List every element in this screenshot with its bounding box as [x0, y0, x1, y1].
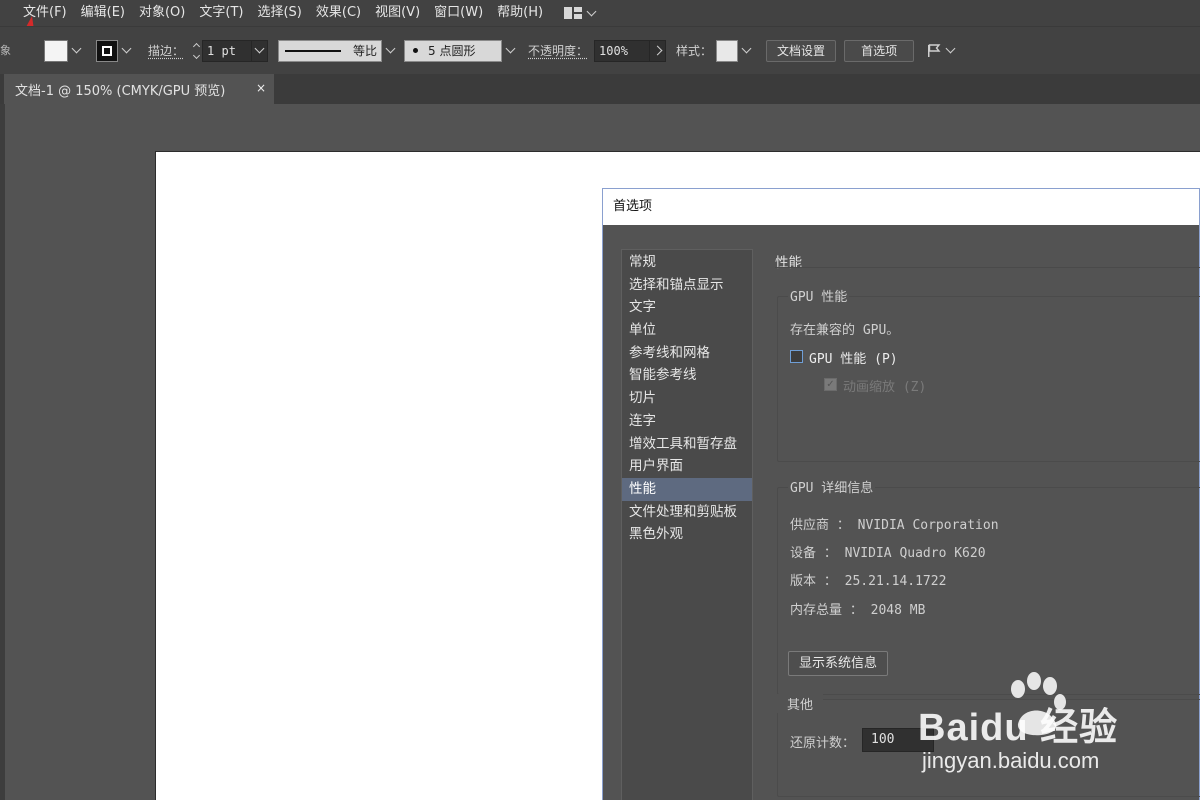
- tools-panel-edge: [0, 104, 5, 800]
- nav-item-selection-anchor[interactable]: 选择和锚点显示: [622, 274, 752, 297]
- stroke-weight-dropdown[interactable]: [252, 39, 269, 62]
- style-label: 样式：: [676, 44, 713, 58]
- group-title: GPU 性能: [788, 286, 850, 305]
- chevron-down-icon: [71, 43, 81, 54]
- menu-window[interactable]: 窗口(W): [427, 0, 490, 26]
- nav-item-file-clipboard[interactable]: 文件处理和剪贴板: [622, 501, 752, 524]
- chevron-down-icon: [121, 43, 131, 54]
- opacity-arrow[interactable]: [650, 39, 667, 62]
- graphic-style-swatch[interactable]: [716, 39, 739, 62]
- document-setup-button[interactable]: 文档设置: [766, 39, 837, 62]
- group-title: 其他: [777, 694, 824, 713]
- watermark: Baidu 经验 jingyan.baidu.com: [918, 664, 1138, 784]
- brush-label: 5 点圆形: [428, 44, 476, 58]
- gpu-performance-label[interactable]: GPU 性能 (P): [809, 348, 898, 367]
- gpu-memory: 内存总量 ： 2048 MB: [790, 603, 926, 618]
- preferences-button[interactable]: 首选项: [844, 39, 915, 62]
- nav-item-user-interface[interactable]: 用户界面: [622, 455, 752, 478]
- chevron-down-icon: [385, 43, 395, 54]
- document-tab-bar: 文档-1 @ 150% (CMYK/GPU 预览) ×: [0, 74, 1200, 104]
- stroke-swatch[interactable]: [96, 39, 118, 62]
- opacity-input[interactable]: 100%: [594, 39, 651, 62]
- control-bar-clipped-label: 象: [0, 43, 11, 57]
- gpu-device: 设备 ： NVIDIA Quadro K620: [790, 546, 986, 561]
- chevron-right-icon: [652, 45, 663, 56]
- close-icon[interactable]: ×: [256, 81, 266, 95]
- line-preview-icon: [285, 49, 342, 52]
- nav-item-general[interactable]: 常规: [622, 251, 752, 274]
- stroke-stepper[interactable]: [190, 40, 202, 62]
- flag-icon: [928, 43, 941, 57]
- variable-width-profile[interactable]: 等比: [278, 39, 383, 62]
- gpu-performance-checkbox[interactable]: [790, 350, 803, 363]
- menu-edit[interactable]: 编辑(E): [74, 0, 132, 26]
- nav-item-plugins-scratch[interactable]: 增效工具和暂存盘: [622, 433, 752, 456]
- nav-item-type[interactable]: 文字: [622, 296, 752, 319]
- nav-item-slices[interactable]: 切片: [622, 387, 752, 410]
- dialog-title: 首选项: [603, 189, 1199, 225]
- brush-definition[interactable]: 5 点圆形: [404, 39, 503, 62]
- chevron-down-icon: [192, 51, 200, 59]
- stroke-square-icon: [102, 45, 112, 56]
- chevron-down-icon: [586, 6, 597, 16]
- nav-item-guides-grid[interactable]: 参考线和网格: [622, 342, 752, 365]
- menu-type[interactable]: 文字(T): [192, 0, 250, 26]
- profile-label: 等比: [353, 44, 378, 58]
- profile-dropdown[interactable]: [382, 39, 399, 62]
- chevron-down-icon: [741, 43, 751, 54]
- opacity-label[interactable]: 不透明度：: [528, 42, 588, 59]
- gpu-performance-group: GPU 性能 存在兼容的 GPU。 GPU 性能 (P) ✓ 动画缩放 (Z): [777, 286, 1200, 462]
- preferences-nav: 常规 选择和锚点显示 文字 单位 参考线和网格 智能参考线 切片 连字 增效工具…: [621, 249, 753, 800]
- nav-item-performance[interactable]: 性能: [622, 477, 752, 501]
- section-divider: [775, 267, 1200, 268]
- stroke-label[interactable]: 描边：: [148, 42, 184, 59]
- nav-item-hyphenation[interactable]: 连字: [622, 410, 752, 433]
- gpu-version: 版本 ： 25.21.14.1722: [790, 574, 947, 589]
- group-title: GPU 详细信息: [788, 477, 876, 496]
- stroke-weight-input[interactable]: 1 pt: [202, 39, 253, 62]
- show-system-info-button[interactable]: 显示系统信息: [788, 651, 889, 676]
- brush-dropdown[interactable]: [502, 40, 518, 62]
- gpu-status-text: 存在兼容的 GPU。: [790, 323, 900, 338]
- dot-brush-icon: [413, 48, 419, 53]
- chevron-down-icon: [505, 43, 515, 54]
- menu-view[interactable]: 视图(V): [368, 0, 427, 26]
- nav-item-units[interactable]: 单位: [622, 319, 752, 342]
- chevron-down-icon: [945, 43, 956, 54]
- nav-item-smart-guides[interactable]: 智能参考线: [622, 364, 752, 387]
- fill-dropdown[interactable]: [68, 40, 84, 62]
- watermark-brand: Baidu 经验: [918, 707, 1119, 749]
- watermark-url: jingyan.baidu.com: [922, 748, 1100, 773]
- workspace-switcher[interactable]: [564, 6, 597, 19]
- undo-count-value: 100: [871, 732, 895, 747]
- grid-layout-icon: [564, 7, 583, 19]
- menu-help[interactable]: 帮助(H): [490, 0, 550, 26]
- fill-swatch[interactable]: [44, 39, 68, 62]
- chevron-up-icon: [192, 42, 200, 50]
- menu-bar: 文件(F) 编辑(E) 对象(O) 文字(T) 选择(S) 效果(C) 视图(V…: [0, 0, 1200, 26]
- arrange-documents-button[interactable]: [926, 43, 956, 59]
- menu-select[interactable]: 选择(S): [250, 0, 308, 26]
- chevron-down-icon: [254, 43, 265, 54]
- menu-effect[interactable]: 效果(C): [309, 0, 368, 26]
- animated-zoom-checkbox: ✓: [824, 378, 837, 391]
- nav-item-black-appearance[interactable]: 黑色外观: [622, 523, 752, 546]
- stroke-color-dropdown[interactable]: [118, 40, 134, 62]
- gpu-vendor: 供应商 ： NVIDIA Corporation: [790, 518, 999, 533]
- document-tab[interactable]: 文档-1 @ 150% (CMYK/GPU 预览) ×: [4, 74, 274, 104]
- section-title: 性能: [775, 255, 802, 271]
- undo-count-label: 还原计数：: [790, 736, 856, 751]
- menu-object[interactable]: 对象(O): [132, 0, 192, 26]
- control-bar: 象 描边： 1 pt 等比 5 点圆形 不透明度： 100% 样式： 文档设置 …: [0, 26, 1200, 74]
- style-dropdown[interactable]: [738, 40, 754, 62]
- animated-zoom-label: 动画缩放 (Z): [843, 380, 927, 395]
- document-tab-title: 文档-1 @ 150% (CMYK/GPU 预览): [15, 83, 226, 99]
